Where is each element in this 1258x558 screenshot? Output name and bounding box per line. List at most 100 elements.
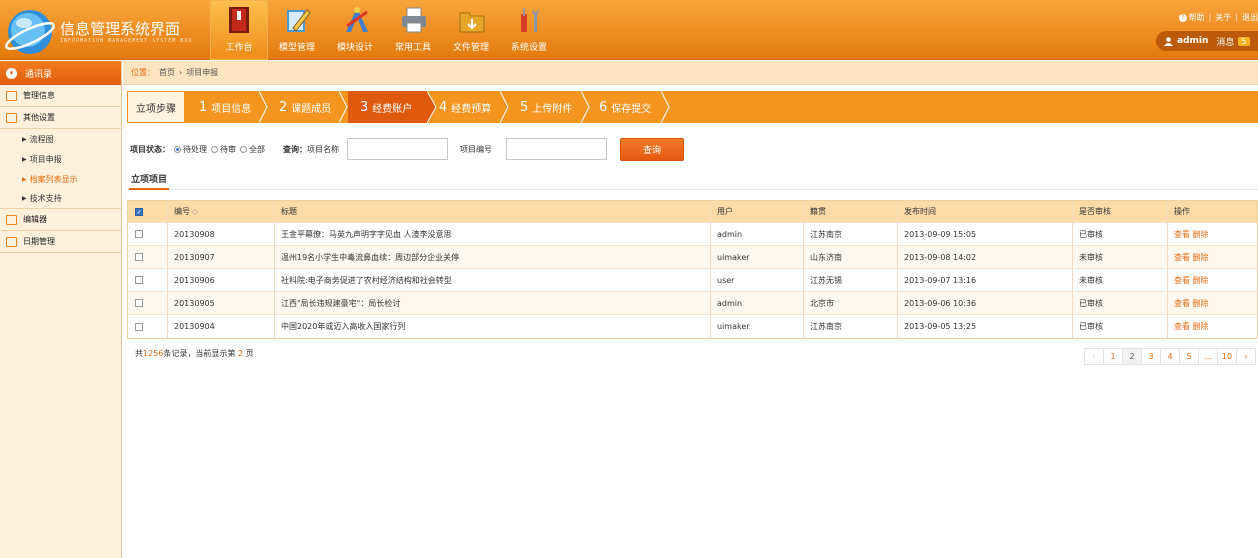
view-link[interactable]: 查看 (1174, 321, 1190, 332)
steps-title: 立项步骤 (127, 91, 185, 123)
help-icon: ? (1178, 13, 1187, 22)
chevron-down-icon: ▾ (6, 67, 17, 79)
exit-link[interactable]: 退出 (1242, 12, 1258, 23)
next-page-button[interactable]: › (1236, 348, 1256, 365)
page-3[interactable]: 3 (1141, 348, 1161, 365)
sidebar-group-editor[interactable]: 编辑器 (0, 209, 121, 231)
sidebar-group-manage-info[interactable]: 管理信息 (0, 85, 121, 107)
step-arrow-icon (427, 91, 437, 123)
sidebar-item-flowchart[interactable]: ▶ 流程图 (0, 129, 121, 149)
calendar-icon (6, 236, 17, 247)
sidebar-item-project-apply[interactable]: ▶ 项目申报 (0, 149, 121, 169)
sidebar-item-tech-support[interactable]: ▶ 技术支持 (0, 189, 121, 209)
main-content: 位置： 首页 › 项目申报 立项步骤 1 项目信息 2 课题成员 3 经费账户 4 经费… (123, 61, 1258, 558)
nav-system-settings[interactable]: 系统设置 (500, 0, 558, 60)
nav-workbench[interactable]: 工作台 (210, 0, 268, 60)
page-1[interactable]: 1 (1103, 348, 1123, 365)
radio-icon (240, 145, 247, 153)
messages-link[interactable]: 消息 (1216, 35, 1234, 48)
help-link[interactable]: 帮助 (1189, 12, 1205, 23)
sort-icon: ◇ (192, 207, 199, 216)
col-user: 用户 (711, 201, 804, 222)
user-icon (1164, 36, 1173, 46)
row-checkbox[interactable] (135, 322, 143, 331)
view-link[interactable]: 查看 (1174, 229, 1190, 240)
col-id[interactable]: 编号 ◇ (168, 201, 275, 222)
delete-link[interactable]: 删除 (1193, 321, 1209, 332)
table-row: 20130905 江西"局长违规建豪宅"：局长检讨 admin 北京市 2013… (128, 292, 1257, 315)
row-title: 温州19名小学生中毒流鼻血续：周边部分企业关停 (275, 246, 711, 268)
radio-review[interactable]: 待审 (211, 144, 236, 155)
design-tools-icon (346, 7, 368, 32)
delete-link[interactable]: 删除 (1193, 229, 1209, 240)
project-code-label: 项目编号 (460, 144, 492, 154)
app-title: 信息管理系统界面 (60, 20, 181, 38)
delete-link[interactable]: 删除 (1193, 252, 1209, 263)
project-name-label: 项目名称 (307, 144, 339, 154)
printer-icon (402, 7, 426, 33)
project-code-input[interactable] (506, 138, 607, 160)
row-checkbox[interactable] (135, 276, 143, 284)
top-links: ? 帮助 | 关于 | 退出 (1178, 12, 1258, 23)
view-link[interactable]: 查看 (1174, 275, 1190, 286)
nav-file-manage[interactable]: 文件管理 (442, 0, 500, 60)
sidebar-item-archive-list[interactable]: ▶ 档案列表显示 (0, 169, 121, 189)
pencil-note-icon (287, 9, 311, 32)
view-link[interactable]: 查看 (1174, 298, 1190, 309)
delete-link[interactable]: 删除 (1193, 275, 1209, 286)
username[interactable]: admin (1177, 36, 1208, 46)
nav-model-manage[interactable]: 模型管理 (268, 0, 326, 60)
radio-all[interactable]: 全部 (240, 144, 265, 155)
breadcrumb: 位置： 首页 › 项目申报 (123, 61, 1258, 85)
folder-icon (459, 12, 485, 33)
select-all-checkbox[interactable]: ✓ (135, 207, 143, 216)
list-icon (6, 90, 17, 101)
sidebar-header-contacts[interactable]: ▾ 通讯录 (0, 61, 121, 85)
step-arrow-icon (499, 91, 509, 123)
sidebar-group-date-manage[interactable]: 日期管理 (0, 231, 121, 253)
table-row: 20130904 中国2020年或迈入高收入国家行列 uimaker 江苏南京 … (128, 315, 1257, 338)
row-checkbox[interactable] (135, 299, 143, 307)
status-label: 项目状态： (130, 144, 170, 154)
app-subtitle: INFORMATION MANAGEMENT SYSTEM BOX (60, 38, 193, 44)
breadcrumb-separator: › (179, 68, 183, 77)
link-separator: | (1208, 13, 1212, 22)
step-arrow-icon (258, 91, 268, 123)
step-funding-account[interactable]: 3 经费账户 (348, 91, 427, 123)
about-link[interactable]: 关于 (1215, 12, 1231, 23)
project-table: ✓ 编号 ◇ 标题 用户 籍贯 发布时间 是否审核 操作 20130908 王金平… (127, 200, 1258, 339)
project-name-input[interactable] (347, 138, 448, 160)
table-row: 20130908 王金平幕僚：马英九声明字字见血 人渣李没意思 admin 江苏… (128, 223, 1257, 246)
row-checkbox[interactable] (135, 230, 143, 238)
page-5[interactable]: 5 (1179, 348, 1199, 365)
messages-count-badge[interactable]: 5 (1238, 36, 1250, 46)
globe-logo-icon (5, 10, 55, 54)
top-nav: 工作台 模型管理 模块设计 常用工具 文件管理 系统设置 (210, 0, 558, 60)
row-checkbox[interactable] (135, 253, 143, 261)
tab-approved-projects[interactable]: 立项项目 (129, 172, 170, 190)
sidebar-group-other-settings[interactable]: 其他设置 (0, 107, 121, 129)
step-arrow-icon (660, 91, 670, 123)
nav-common-tools[interactable]: 常用工具 (384, 0, 442, 60)
nav-module-design[interactable]: 模块设计 (326, 0, 384, 60)
sidebar-header-label: 通讯录 (25, 69, 53, 80)
step-arrow-icon (338, 91, 348, 123)
radio-pending[interactable]: 待处理 (174, 144, 207, 155)
top-header: 信息管理系统界面 INFORMATION MANAGEMENT SYSTEM B… (0, 0, 1258, 60)
prev-page-button[interactable]: ‹ (1084, 348, 1104, 365)
radio-checked-icon (174, 145, 181, 153)
table-header-row: ✓ 编号 ◇ 标题 用户 籍贯 发布时间 是否审核 操作 (128, 201, 1257, 223)
page-2[interactable]: 2 (1122, 348, 1142, 365)
view-link[interactable]: 查看 (1174, 252, 1190, 263)
step-arrow-icon (580, 91, 590, 123)
table-row: 20130906 社科院:电子商务促进了农村经济结构和社会转型 user 江苏无… (128, 269, 1257, 292)
breadcrumb-home[interactable]: 首页 (159, 67, 175, 78)
radio-icon (211, 145, 218, 153)
page-10[interactable]: 10 (1217, 348, 1237, 365)
page-4[interactable]: 4 (1160, 348, 1180, 365)
pagination: ‹ 1 2 3 4 5 ... 10 › (1084, 348, 1256, 365)
delete-link[interactable]: 删除 (1193, 298, 1209, 309)
query-button[interactable]: 查询 (620, 137, 684, 161)
current-page: 2 (237, 349, 243, 358)
row-title: 江西"局长违规建豪宅"：局长检讨 (275, 292, 711, 314)
